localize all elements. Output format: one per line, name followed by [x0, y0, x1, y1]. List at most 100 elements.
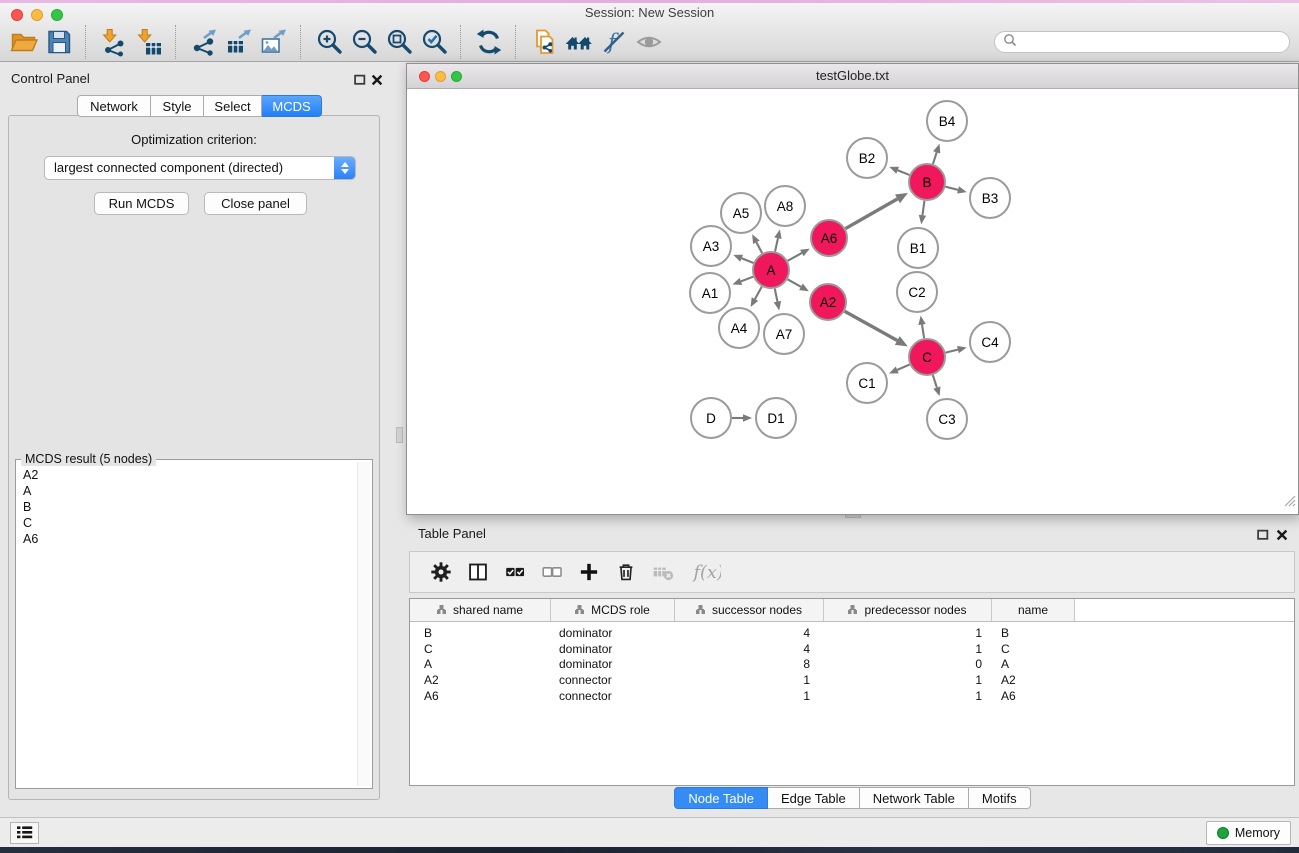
search-input[interactable] — [1022, 34, 1281, 50]
svg-text:C3: C3 — [938, 412, 955, 427]
home-icon[interactable] — [561, 26, 596, 58]
tab-mcds[interactable]: MCDS — [262, 95, 322, 117]
table-row[interactable]: Cdominator41C — [410, 641, 1294, 657]
task-history-button[interactable] — [10, 822, 39, 844]
table-panel-close-button[interactable] — [1276, 528, 1288, 540]
network-close-button[interactable] — [419, 71, 430, 82]
network-zoom-button[interactable] — [451, 71, 462, 82]
table-row[interactable]: Bdominator41B — [410, 625, 1294, 641]
hide-details-icon[interactable]: f — [596, 26, 631, 58]
select-all-columns-icon[interactable] — [496, 556, 533, 588]
zoom-selected-icon[interactable] — [416, 26, 451, 58]
column-header-predecessor-nodes[interactable]: predecessor nodes — [824, 599, 992, 621]
delete-column-icon[interactable] — [607, 556, 644, 588]
graph-node-A5[interactable]: A5 — [721, 193, 761, 233]
edge-arrow-icon — [733, 255, 743, 262]
table-row[interactable]: Adominator80A — [410, 656, 1294, 672]
zoom-in-icon[interactable] — [311, 26, 346, 58]
save-session-icon[interactable] — [41, 26, 76, 58]
cell-predecessor_nodes: 1 — [824, 626, 992, 640]
column-header-shared-name[interactable]: shared name — [410, 599, 551, 621]
control-panel-close-button[interactable] — [371, 73, 383, 85]
tab-style[interactable]: Style — [151, 95, 204, 117]
graph-node-A7[interactable]: A7 — [764, 314, 804, 354]
graph-node-B1[interactable]: B1 — [898, 228, 938, 268]
vertical-splitter-handle[interactable] — [396, 427, 403, 443]
optimization-criterion-label: Optimization criterion: — [9, 132, 379, 147]
memory-button[interactable]: Memory — [1206, 821, 1291, 845]
search-box[interactable] — [994, 31, 1290, 53]
zoom-window-button[interactable] — [51, 9, 63, 21]
minimize-window-button[interactable] — [31, 9, 43, 21]
tab-motifs[interactable]: Motifs — [969, 787, 1031, 809]
column-label: shared name — [453, 603, 523, 617]
export-table-icon[interactable] — [221, 26, 256, 58]
graph-node-A3[interactable]: A3 — [691, 226, 731, 266]
export-image-icon[interactable] — [256, 26, 291, 58]
graph-node-A2[interactable]: A2 — [810, 284, 846, 320]
graph-node-D1[interactable]: D1 — [756, 398, 796, 438]
open-session-icon[interactable] — [6, 26, 41, 58]
control-panel-float-button[interactable] — [354, 73, 366, 85]
edge-arrow-icon — [774, 301, 781, 311]
graph-node-B[interactable]: B — [909, 164, 945, 200]
refresh-icon[interactable] — [471, 26, 506, 58]
unselect-all-columns-icon[interactable] — [533, 556, 570, 588]
graph-node-A8[interactable]: A8 — [765, 186, 805, 226]
graph-node-C1[interactable]: C1 — [847, 363, 887, 403]
tab-node-table[interactable]: Node Table — [674, 787, 768, 809]
graph-node-A[interactable]: A — [753, 252, 789, 288]
tab-network[interactable]: Network — [77, 95, 151, 117]
table-row[interactable]: A2connector11A2 — [410, 672, 1294, 688]
table-settings-icon[interactable] — [422, 556, 459, 588]
table-panel-float-button[interactable] — [1257, 528, 1269, 540]
column-browser-icon[interactable] — [459, 556, 496, 588]
mcds-result-list[interactable]: A2ABCA6 — [18, 462, 356, 786]
graph-node-C3[interactable]: C3 — [927, 399, 967, 439]
add-column-icon[interactable] — [570, 556, 607, 588]
column-header-successor-nodes[interactable]: successor nodes — [675, 599, 824, 621]
import-network-icon[interactable] — [96, 26, 131, 58]
column-header-MCDS-role[interactable]: MCDS role — [551, 599, 675, 621]
mcds-result-scrollbar[interactable] — [357, 462, 370, 786]
main-toolbar: f — [0, 22, 1299, 62]
graph-node-C2[interactable]: C2 — [897, 272, 937, 312]
edge-arrow-icon — [919, 215, 926, 224]
edge-arrow-icon — [957, 186, 967, 193]
tab-network-table[interactable]: Network Table — [860, 787, 969, 809]
toolbar-separator — [300, 25, 302, 59]
import-table-icon[interactable] — [131, 26, 166, 58]
table-row[interactable]: A6connector11A6 — [410, 688, 1294, 704]
svg-text:B: B — [922, 175, 931, 190]
network-window-titlebar[interactable]: testGlobe.txt — [407, 64, 1298, 89]
copy-network-icon[interactable] — [526, 26, 561, 58]
graph-node-B2[interactable]: B2 — [847, 138, 887, 178]
svg-text:A3: A3 — [703, 239, 720, 254]
graph-node-C4[interactable]: C4 — [970, 322, 1010, 362]
graph-node-C[interactable]: C — [909, 339, 945, 375]
optimization-criterion-select[interactable]: largest connected component (directed) — [44, 156, 356, 180]
export-network-icon[interactable] — [186, 26, 221, 58]
run-mcds-button[interactable]: Run MCDS — [94, 192, 189, 215]
status-bar: Memory — [0, 817, 1299, 847]
graph-node-B4[interactable]: B4 — [927, 101, 967, 141]
close-window-button[interactable] — [11, 9, 23, 21]
edge-arrow-icon — [918, 316, 925, 325]
tab-select[interactable]: Select — [204, 95, 262, 117]
graph-node-A4[interactable]: A4 — [719, 308, 759, 348]
graph-node-A6[interactable]: A6 — [811, 220, 847, 256]
column-header-name[interactable]: name — [992, 599, 1075, 621]
network-canvas[interactable]: A A1 A2 A3 A4 A5 A6 A7 A8 B B1 B2 B3B4 C C1 C2 C3 C4 D D1 — [407, 89, 1298, 514]
titlebar[interactable]: Session: New Session — [0, 3, 1299, 22]
graph-node-B3[interactable]: B3 — [970, 178, 1010, 218]
cell-shared_name: B — [410, 626, 551, 640]
close-panel-button[interactable]: Close panel — [204, 192, 307, 215]
zoom-fit-icon[interactable] — [381, 26, 416, 58]
resize-grip-icon[interactable] — [1283, 494, 1297, 513]
edge-A-A7 — [775, 289, 778, 302]
tab-edge-table[interactable]: Edge Table — [768, 787, 860, 809]
zoom-out-icon[interactable] — [346, 26, 381, 58]
graph-node-D[interactable]: D — [691, 398, 731, 438]
graph-node-A1[interactable]: A1 — [690, 273, 730, 313]
network-minimize-button[interactable] — [435, 71, 446, 82]
